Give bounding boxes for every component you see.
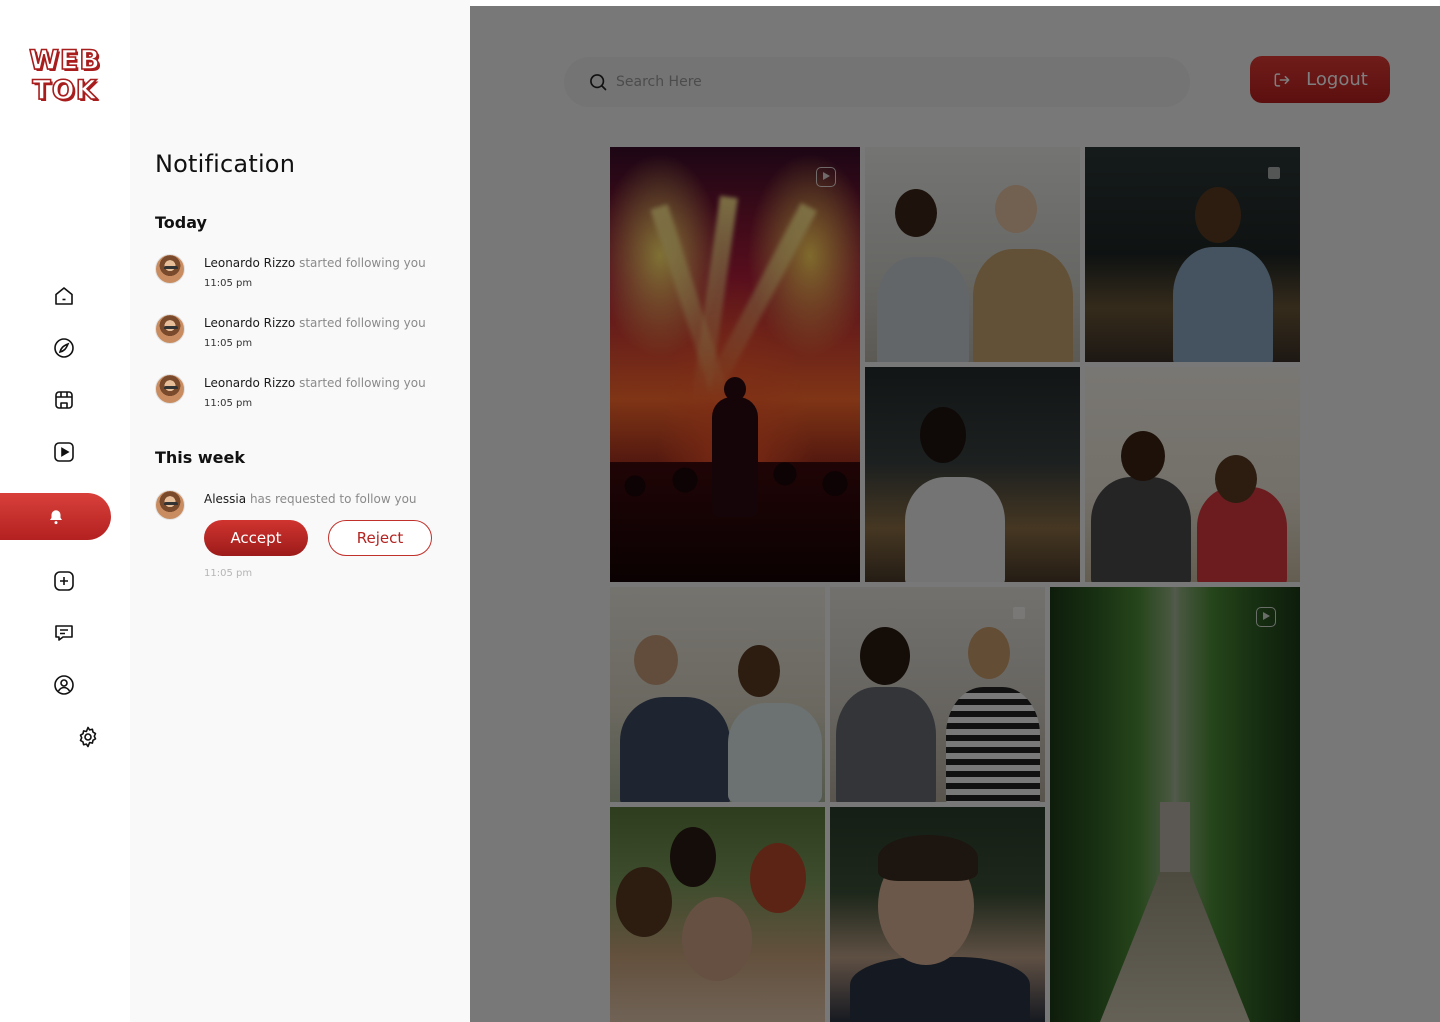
notification-panel: Notification Today Leonardo Rizzo starte… bbox=[130, 0, 470, 1022]
play-icon bbox=[54, 442, 74, 462]
notification-action: started following you bbox=[299, 376, 426, 390]
nav-home[interactable] bbox=[50, 282, 78, 310]
notification-item[interactable]: Leonardo Rizzo started following you 11:… bbox=[155, 314, 455, 360]
notification-action: has requested to follow you bbox=[249, 492, 417, 506]
gear-icon bbox=[79, 726, 97, 748]
nav-settings[interactable] bbox=[74, 723, 102, 751]
feed-tile-couple-park[interactable] bbox=[610, 587, 825, 802]
nav-messages[interactable] bbox=[50, 619, 78, 647]
store-icon bbox=[55, 391, 73, 409]
avatar[interactable] bbox=[155, 490, 185, 520]
video-badge-icon bbox=[1256, 607, 1276, 627]
notification-time: 11:05 pm bbox=[204, 338, 253, 349]
notification-item[interactable]: Leonardo Rizzo started following you 11:… bbox=[155, 254, 455, 300]
notification-user[interactable]: Leonardo Rizzo bbox=[204, 316, 295, 330]
search-icon bbox=[590, 74, 607, 91]
feed-tile-man-sunglasses[interactable] bbox=[830, 807, 1045, 1022]
follow-request-item: Alessia has requested to follow you Acce… bbox=[155, 490, 455, 590]
search-bar[interactable] bbox=[564, 57, 1190, 107]
logout-label: Logout bbox=[1306, 69, 1368, 90]
feed-tile-women[interactable] bbox=[830, 587, 1045, 802]
notification-time: 11:05 pm bbox=[204, 278, 253, 289]
feed-tile-bar-woman[interactable] bbox=[1085, 147, 1300, 362]
feed-tile-laugh[interactable] bbox=[865, 367, 1080, 582]
notification-text: Leonardo Rizzo started following you bbox=[204, 376, 426, 390]
notification-text: Leonardo Rizzo started following you bbox=[204, 316, 426, 330]
sidebar-nav: WEB TOK bbox=[0, 0, 130, 1022]
main-feed: Logout bbox=[470, 6, 1440, 1022]
avatar[interactable] bbox=[155, 254, 185, 284]
notification-time: 11:05 pm bbox=[204, 568, 253, 579]
video-badge-icon bbox=[816, 167, 836, 187]
feed-tile-group-selfie[interactable] bbox=[610, 807, 825, 1022]
notification-item[interactable]: Leonardo Rizzo started following you 11:… bbox=[155, 374, 455, 420]
compass-icon bbox=[54, 338, 74, 358]
message-icon bbox=[55, 625, 73, 641]
plus-square-icon bbox=[54, 571, 74, 591]
nav-notifications[interactable] bbox=[0, 493, 111, 540]
search-input[interactable] bbox=[616, 57, 1176, 107]
section-this-week: This week bbox=[155, 448, 246, 467]
notification-user[interactable]: Alessia bbox=[204, 492, 246, 506]
nav-shop[interactable] bbox=[50, 386, 78, 414]
nav-explore[interactable] bbox=[50, 334, 78, 362]
logo-line-1: WEB bbox=[28, 45, 101, 77]
feed-tile-concert[interactable] bbox=[610, 147, 860, 582]
nav-create[interactable] bbox=[50, 567, 78, 595]
bell-icon bbox=[49, 509, 62, 524]
logo-line-2: TOK bbox=[32, 75, 98, 107]
notification-action: started following you bbox=[299, 316, 426, 330]
nav-profile[interactable] bbox=[50, 671, 78, 699]
feed-tile-forest[interactable] bbox=[1050, 587, 1300, 1022]
reject-button[interactable]: Reject bbox=[328, 520, 432, 556]
notification-action: started following you bbox=[299, 256, 426, 270]
accept-button[interactable]: Accept bbox=[204, 520, 308, 556]
multi-photo-icon bbox=[1268, 167, 1280, 179]
nav-videos[interactable] bbox=[50, 438, 78, 466]
feed-tile-couple[interactable] bbox=[1085, 367, 1300, 582]
logout-icon bbox=[1274, 72, 1290, 87]
notification-text: Leonardo Rizzo started following you bbox=[204, 256, 426, 270]
feed-tile-friends[interactable] bbox=[865, 147, 1080, 362]
notification-user[interactable]: Leonardo Rizzo bbox=[204, 256, 295, 270]
notification-user[interactable]: Leonardo Rizzo bbox=[204, 376, 295, 390]
avatar[interactable] bbox=[155, 314, 185, 344]
section-today: Today bbox=[155, 213, 207, 232]
home-icon bbox=[55, 287, 73, 305]
panel-title: Notification bbox=[155, 150, 296, 178]
notification-time: 11:05 pm bbox=[204, 398, 253, 409]
notification-text: Alessia has requested to follow you bbox=[204, 492, 417, 506]
avatar[interactable] bbox=[155, 374, 185, 404]
user-circle-icon bbox=[54, 675, 74, 695]
logout-button[interactable]: Logout bbox=[1250, 56, 1390, 103]
webtok-logo[interactable]: WEB TOK bbox=[22, 45, 108, 107]
multi-photo-icon bbox=[1013, 607, 1025, 619]
